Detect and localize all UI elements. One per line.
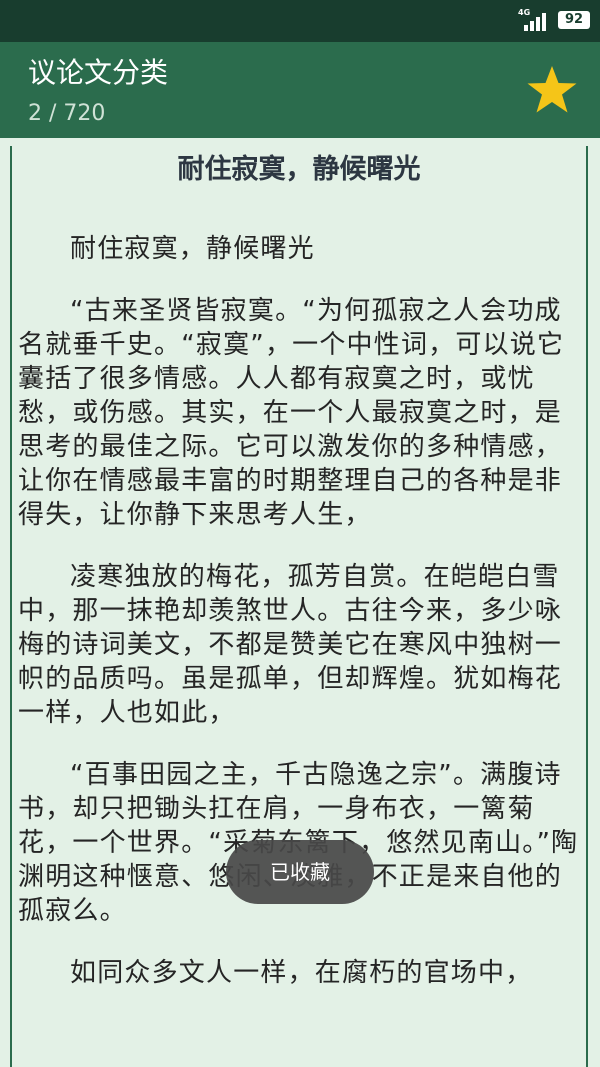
signal-bar — [542, 13, 546, 31]
page-title: 议论文分类 — [28, 56, 169, 89]
signal-bar — [530, 21, 534, 31]
network-type: 4G — [518, 8, 531, 17]
article-paragraph: “古来圣贤皆寂寞。“为何孤寂之人会功成名就垂千史。“寂寞”，一个中性词，可以说它… — [18, 296, 565, 530]
signal-bar — [536, 17, 540, 31]
article-paragraph: 耐住寂寞，静候曙光 — [70, 234, 315, 264]
article-paragraph: 凌寒独放的梅花，孤芳自赏。在皑皑白雪中，那一抹艳却羡煞世人。古往今来，多少咏梅的… — [18, 562, 563, 728]
status-bar: 4G 92 — [0, 0, 600, 42]
battery-icon: 92 — [558, 11, 590, 29]
signal-bar — [524, 25, 528, 31]
signal-icon: 4G — [518, 8, 550, 31]
status-indicators: 4G 92 — [518, 8, 590, 31]
page-counter: 2 / 720 — [28, 101, 106, 126]
article-title: 耐住寂寞，静候曙光 — [177, 154, 421, 185]
article-paragraph: 如同众多文人一样，在腐朽的官场中， — [70, 958, 533, 988]
toast-message: 已收藏 — [226, 840, 374, 904]
article-container[interactable]: 耐住寂寞，静候曙光 耐住寂寞，静候曙光 “古来圣贤皆寂寞。“为何孤寂之人会功成名… — [10, 146, 588, 1067]
star-icon — [527, 66, 577, 113]
favorite-button[interactable] — [524, 62, 580, 118]
app-bar: 议论文分类 2 / 720 — [0, 42, 600, 138]
